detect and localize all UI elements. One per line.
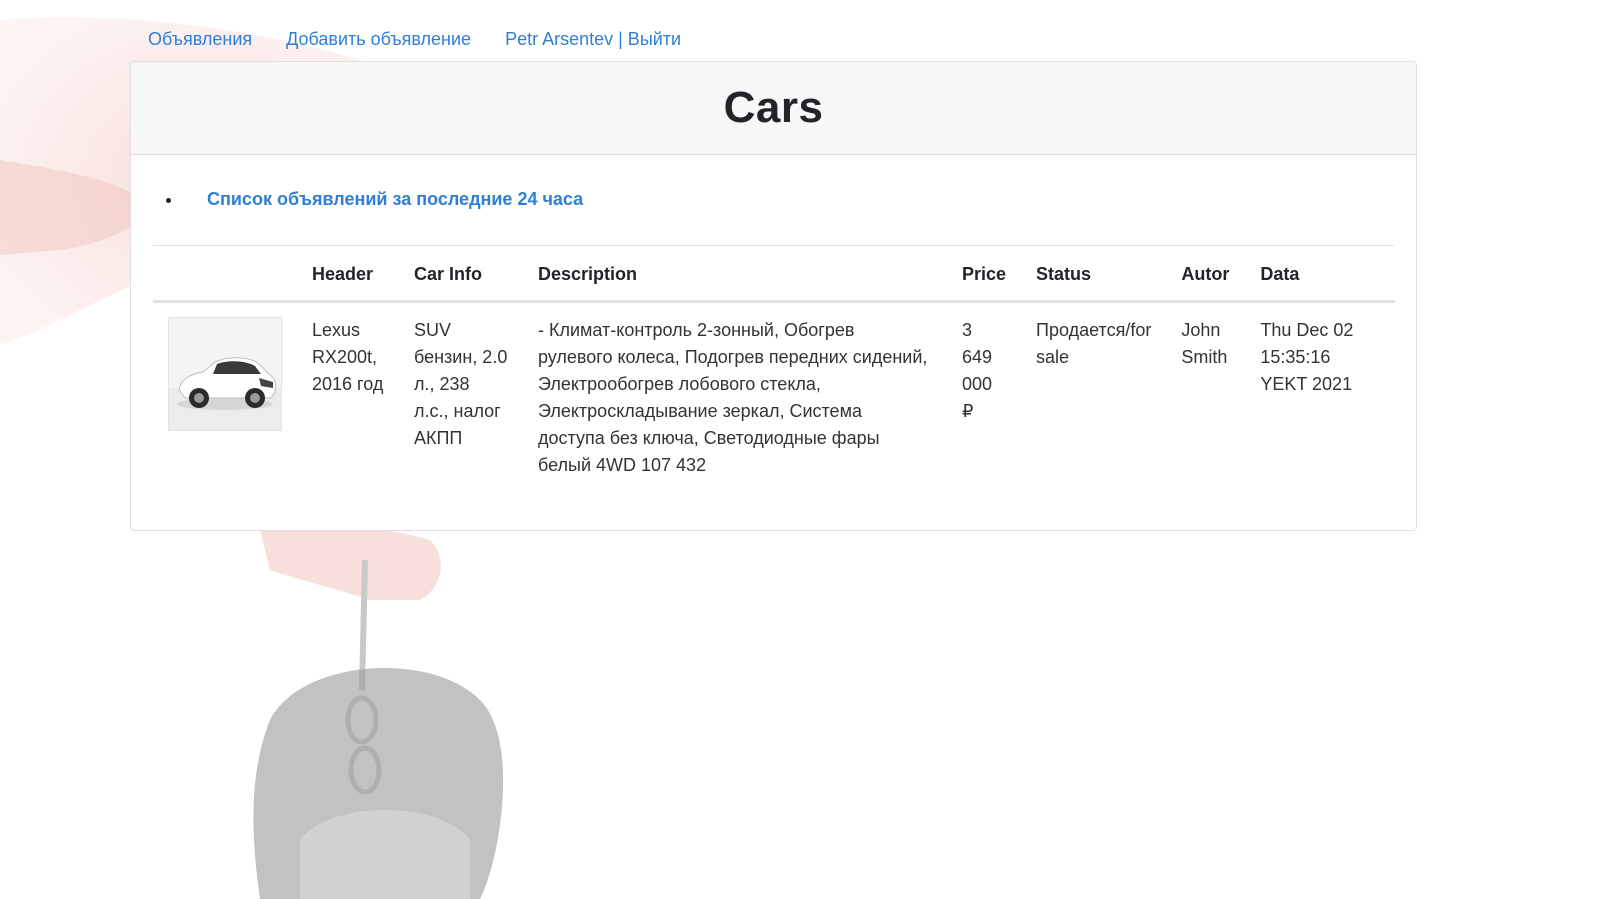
col-data: Data (1245, 246, 1395, 303)
list-item: Список объявлений за последние 24 часа (183, 185, 1394, 213)
col-price: Price (947, 246, 1022, 303)
col-description: Description (523, 246, 947, 303)
page-title: Cars (723, 83, 824, 132)
page: Объявления Добавить объявление Petr Arse… (0, 0, 1620, 899)
last-24h-link[interactable]: Список объявлений за последние 24 часа (207, 189, 583, 209)
cell-car-info: SUV бензин, 2.0 л., 238 л.с., налог АКПП (414, 320, 508, 448)
cars-card: Cars Список объявлений за последние 24 ч… (130, 61, 1417, 531)
nav-add-ad-link[interactable]: Добавить объявление (269, 24, 488, 54)
nav-user-logout-link[interactable]: Petr Arsentev | Выйти (488, 24, 698, 54)
col-image (153, 246, 297, 303)
table-header-row: Header Car Info Description Price Status… (153, 246, 1395, 303)
cell-image (153, 302, 297, 496)
ads-table-wrap: Header Car Info Description Price Status… (153, 245, 1395, 495)
col-status: Status (1021, 246, 1167, 303)
top-nav: Объявления Добавить объявление Petr Arse… (131, 24, 698, 54)
col-header: Header (297, 246, 399, 303)
card-header: Cars (131, 62, 1416, 155)
car-photo-icon[interactable] (168, 317, 282, 431)
cell-description: - Климат-контроль 2-зонный, Обогрев руле… (538, 320, 928, 475)
col-car-info: Car Info (399, 246, 523, 303)
cell-data: Thu Dec 02 15:35:16 YEKT 2021 (1260, 320, 1354, 394)
cell-header: Lexus RX200t, 2016 год (312, 320, 384, 394)
card-body: Список объявлений за последние 24 часа H… (131, 155, 1416, 495)
cell-status: Продается/for sale (1036, 320, 1152, 367)
col-autor: Autor (1166, 246, 1246, 303)
cell-autor: John Smith (1181, 320, 1228, 367)
nav-ads-link[interactable]: Объявления (131, 24, 269, 54)
table-row: Lexus RX200t, 2016 год SUV бензин, 2.0 л… (153, 302, 1395, 496)
cell-price: 3 649 000 ₽ (962, 320, 993, 421)
ads-table: Header Car Info Description Price Status… (153, 246, 1395, 495)
filter-list: Список объявлений за последние 24 часа (153, 185, 1394, 213)
